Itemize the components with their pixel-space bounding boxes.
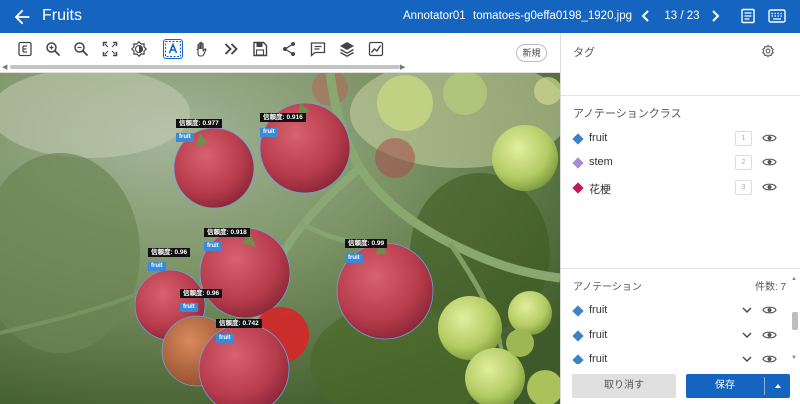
side-panel: タグ アノテーションクラス fruit 1 stem 2 花梗 3 アノテーショ… bbox=[560, 33, 800, 404]
next-image-icon[interactable] bbox=[708, 8, 722, 24]
class-color-icon bbox=[572, 157, 584, 169]
class-color-icon bbox=[572, 133, 584, 145]
annotation-toolbar: 新規 ◀ ▶ bbox=[0, 33, 560, 73]
eye-icon[interactable] bbox=[762, 156, 777, 168]
annotation-list-item[interactable]: fruit bbox=[561, 301, 789, 325]
annotation-name: fruit bbox=[589, 304, 608, 316]
text-select-icon[interactable] bbox=[163, 39, 183, 59]
eye-icon[interactable] bbox=[762, 132, 777, 144]
chevron-down-icon[interactable] bbox=[742, 355, 752, 363]
tomato-image bbox=[0, 73, 560, 404]
class-hotkey: 2 bbox=[735, 155, 752, 170]
brightness-icon[interactable] bbox=[130, 40, 148, 58]
class-item-peduncle[interactable]: 花梗 3 bbox=[561, 178, 800, 202]
keyboard-icon[interactable] bbox=[768, 9, 786, 23]
annotation-confidence-label: 信頼度: 0.977 bbox=[176, 119, 222, 128]
annotation-confidence-label: 信頼度: 0.96 bbox=[148, 248, 191, 257]
file-name: tomatoes-g0effa0198_1920.jpg bbox=[473, 10, 633, 22]
annotation-class-tag[interactable]: fruit bbox=[216, 334, 234, 343]
annotation-class-tag[interactable]: fruit bbox=[204, 242, 222, 251]
zoom-out-icon[interactable] bbox=[72, 40, 90, 58]
annotation-confidence-label: 信頼度: 0.99 bbox=[345, 239, 388, 248]
page-title: Fruits bbox=[42, 7, 82, 24]
class-color-icon bbox=[572, 330, 584, 342]
new-button[interactable]: 新規 bbox=[516, 44, 547, 62]
annotation-confidence-label: 信頼度: 0.916 bbox=[260, 113, 306, 122]
class-hotkey: 3 bbox=[735, 180, 752, 195]
class-item-stem[interactable]: stem 2 bbox=[561, 153, 800, 177]
save-icon[interactable] bbox=[251, 40, 269, 58]
gear-icon[interactable] bbox=[761, 44, 775, 58]
annotation-confidence-label: 信頼度: 0.918 bbox=[204, 228, 250, 237]
save-options-button[interactable] bbox=[765, 374, 790, 398]
annotations-section-title: アノテーション bbox=[573, 282, 642, 293]
save-button[interactable]: 保存 bbox=[686, 374, 764, 398]
scroll-down-icon[interactable]: ▼ bbox=[791, 355, 797, 361]
class-color-icon bbox=[572, 305, 584, 317]
annotation-canvas[interactable]: 信頼度: 0.977 fruit 信頼度: 0.916 fruit 信頼度: 0… bbox=[0, 73, 560, 404]
chevron-down-icon[interactable] bbox=[742, 331, 752, 339]
back-arrow-icon[interactable] bbox=[11, 6, 33, 28]
class-name: 花梗 bbox=[589, 184, 611, 196]
caret-up-icon bbox=[774, 384, 781, 388]
annotation-class-tag[interactable]: fruit bbox=[345, 254, 363, 263]
eye-icon[interactable] bbox=[762, 181, 777, 193]
annotation-list-item[interactable]: fruit bbox=[561, 326, 789, 350]
annotation-class-tag[interactable]: fruit bbox=[180, 303, 198, 312]
scrollbar-thumb[interactable] bbox=[792, 312, 798, 330]
layers-icon[interactable] bbox=[338, 40, 356, 58]
chart-icon[interactable] bbox=[367, 40, 385, 58]
annotation-class-tag[interactable]: fruit bbox=[148, 262, 166, 271]
app-header: Fruits Annotator01 tomatoes-g0effa0198_1… bbox=[0, 0, 800, 33]
scrollbar-thumb[interactable] bbox=[10, 65, 400, 69]
cancel-button[interactable]: 取り消す bbox=[572, 374, 676, 398]
edit-mode-icon[interactable] bbox=[16, 40, 34, 58]
share-icon[interactable] bbox=[280, 40, 298, 58]
scroll-right-icon[interactable]: ▶ bbox=[400, 63, 405, 71]
horizontal-scrollbar[interactable]: ◀ ▶ bbox=[2, 63, 405, 71]
panel-footer: 取り消す 保存 bbox=[561, 364, 800, 404]
annotation-class-tag[interactable]: fruit bbox=[260, 128, 278, 137]
class-hotkey: 1 bbox=[735, 131, 752, 146]
vertical-scrollbar[interactable]: ▲ ▼ bbox=[790, 276, 799, 364]
section-divider bbox=[561, 95, 800, 96]
eye-icon[interactable] bbox=[762, 329, 777, 341]
save-button-group: 保存 bbox=[686, 374, 790, 398]
zoom-in-icon[interactable] bbox=[44, 40, 62, 58]
image-counter: 13 / 23 bbox=[664, 10, 700, 22]
previous-image-icon[interactable] bbox=[639, 8, 653, 24]
class-name: stem bbox=[589, 156, 613, 168]
fast-forward-icon[interactable] bbox=[222, 40, 240, 58]
annotator-name: Annotator01 bbox=[403, 10, 466, 22]
annotation-confidence-label: 信頼度: 0.742 bbox=[216, 319, 262, 328]
class-name: fruit bbox=[589, 132, 608, 144]
chevron-down-icon[interactable] bbox=[742, 306, 752, 314]
class-color-icon bbox=[572, 182, 584, 194]
annotation-class-tag[interactable]: fruit bbox=[176, 133, 194, 142]
classes-section-title: アノテーションクラス bbox=[573, 108, 682, 120]
annotation-count: 件数: 7 bbox=[755, 282, 787, 293]
document-list-icon[interactable] bbox=[740, 8, 756, 24]
scroll-up-icon[interactable]: ▲ bbox=[791, 276, 797, 282]
tags-section-title: タグ bbox=[573, 47, 595, 59]
scroll-left-icon[interactable]: ◀ bbox=[2, 63, 7, 71]
class-item-fruit[interactable]: fruit 1 bbox=[561, 129, 800, 153]
fit-screen-icon[interactable] bbox=[101, 40, 119, 58]
comment-icon[interactable] bbox=[309, 40, 327, 58]
section-divider bbox=[561, 268, 800, 269]
eye-icon[interactable] bbox=[762, 304, 777, 316]
annotation-confidence-label: 信頼度: 0.96 bbox=[180, 289, 223, 298]
pan-hand-icon[interactable] bbox=[193, 40, 211, 58]
annotation-name: fruit bbox=[589, 329, 608, 341]
